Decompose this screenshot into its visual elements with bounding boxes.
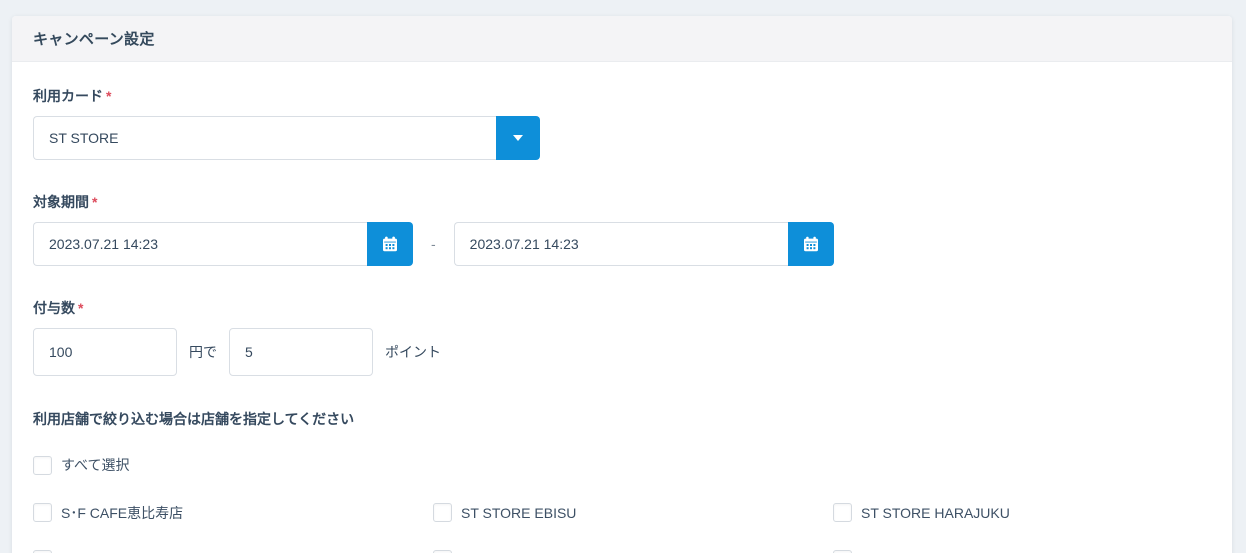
amount-unit-label: 円で — [189, 342, 217, 362]
card-field-group: 利用カード* ST STORE — [33, 86, 1211, 160]
card-field-label: 利用カード* — [33, 86, 1211, 106]
store-checkbox[interactable] — [833, 550, 852, 553]
store-checkbox[interactable] — [433, 550, 452, 553]
store-checkbox-row[interactable]: S･F CAFE恵比寿店 — [33, 503, 433, 523]
store-label: S･F CAFE恵比寿店 — [61, 503, 183, 523]
period-start-group — [33, 222, 413, 266]
period-end-calendar-button[interactable] — [788, 222, 834, 266]
caret-down-icon — [513, 135, 523, 141]
points-field-group: 付与数* 円で ポイント — [33, 298, 1211, 376]
period-field-label-text: 対象期間 — [33, 194, 89, 210]
required-asterisk: * — [106, 88, 111, 104]
select-all-label: すべて選択 — [61, 455, 129, 475]
select-all-checkbox-row[interactable]: すべて選択 — [33, 455, 129, 475]
card-header: キャンペーン設定 — [12, 16, 1232, 62]
store-checkbox-row[interactable]: ST STORE SHINJUKU — [433, 550, 833, 553]
store-checkbox-row[interactable]: ST STORE SHIBUYA — [33, 550, 433, 553]
card-field-label-text: 利用カード — [33, 88, 103, 104]
card-select-value[interactable]: ST STORE — [33, 116, 496, 160]
store-checkbox-row[interactable]: ST STORE HARAJUKU — [833, 503, 1233, 523]
store-label: ST STORE EBISU — [461, 505, 576, 521]
required-asterisk: * — [78, 300, 83, 316]
store-checkbox[interactable] — [33, 550, 52, 553]
points-field-label-text: 付与数 — [33, 300, 75, 316]
card-body: 利用カード* ST STORE 対象期間* — [12, 62, 1232, 553]
store-checkbox-row[interactable]: ST STORE EBISU — [433, 503, 833, 523]
points-row: 円で ポイント — [33, 328, 1211, 376]
store-checkbox[interactable] — [833, 503, 852, 522]
select-all-checkbox[interactable] — [33, 456, 52, 475]
points-unit-label: ポイント — [385, 342, 441, 362]
card-select-dropdown-button[interactable] — [496, 116, 540, 160]
period-field-label: 対象期間* — [33, 192, 1211, 212]
period-end-group — [454, 222, 834, 266]
calendar-icon — [803, 236, 819, 252]
store-label: ST STORE HARAJUKU — [861, 505, 1010, 521]
points-input[interactable] — [229, 328, 373, 376]
store-checkbox[interactable] — [433, 503, 452, 522]
stores-section: 利用店舗で絞り込む場合は店舗を指定してください すべて選択 S･F CAFE恵比… — [33, 409, 1211, 553]
period-start-calendar-button[interactable] — [367, 222, 413, 266]
period-field-group: 対象期間* — [33, 192, 1211, 266]
card-select[interactable]: ST STORE — [33, 116, 540, 160]
period-start-input[interactable] — [33, 222, 367, 266]
period-row: - — [33, 222, 1211, 266]
campaign-settings-card: キャンペーン設定 利用カード* ST STORE 対象期間* — [12, 16, 1232, 553]
period-end-input[interactable] — [454, 222, 788, 266]
amount-input[interactable] — [33, 328, 177, 376]
store-checkbox[interactable] — [33, 503, 52, 522]
stores-heading: 利用店舗で絞り込む場合は店舗を指定してください — [33, 409, 1211, 429]
store-checkbox-row[interactable]: ST STORE YOYOGI — [833, 550, 1233, 553]
page-title: キャンペーン設定 — [33, 28, 155, 49]
required-asterisk: * — [92, 194, 97, 210]
points-field-label: 付与数* — [33, 298, 1211, 318]
period-separator: - — [431, 236, 436, 252]
calendar-icon — [382, 236, 398, 252]
store-grid: S･F CAFE恵比寿店 ST STORE EBISU ST STORE HAR… — [33, 503, 1211, 553]
